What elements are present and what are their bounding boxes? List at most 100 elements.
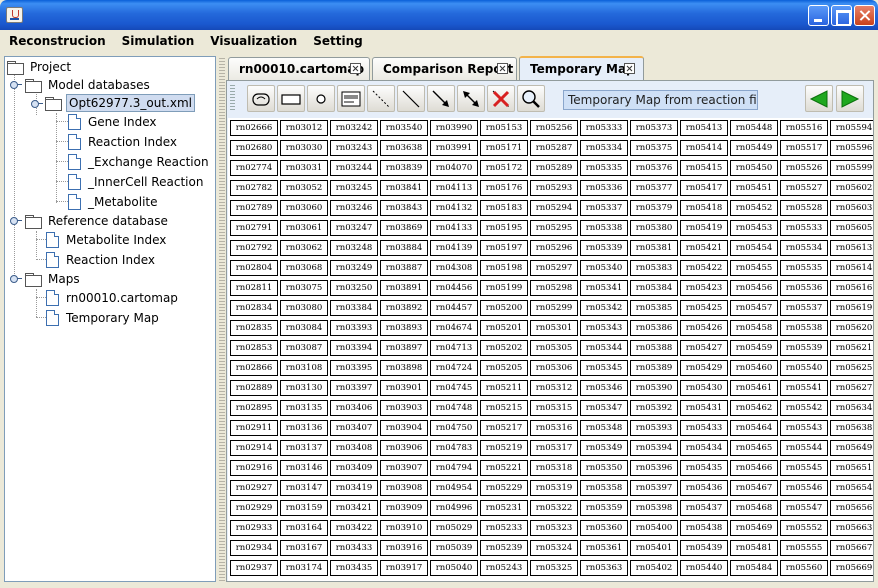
reaction-node[interactable]: rn05667 bbox=[830, 540, 873, 556]
reaction-node[interactable]: rn05552 bbox=[780, 520, 828, 536]
reaction-node[interactable]: rn05517 bbox=[780, 140, 828, 156]
panel-splitter[interactable] bbox=[219, 56, 225, 582]
reaction-node[interactable]: rn05457 bbox=[730, 300, 778, 316]
reaction-node[interactable]: rn03897 bbox=[380, 340, 428, 356]
tree-node-model-databases[interactable]: Model databases bbox=[25, 76, 152, 94]
tree-node-ref-metabolite-index[interactable]: Metabolite Index bbox=[46, 231, 168, 249]
reaction-node[interactable]: rn03906 bbox=[380, 440, 428, 456]
reaction-node[interactable]: rn05319 bbox=[530, 480, 578, 496]
tab-comparison-report[interactable]: Comparison Report bbox=[372, 57, 517, 80]
reaction-node[interactable]: rn05289 bbox=[530, 160, 578, 176]
reaction-node[interactable]: rn05183 bbox=[480, 200, 528, 216]
tab-cartomap[interactable]: rn00010.cartomap bbox=[228, 57, 370, 80]
reaction-node[interactable]: rn05423 bbox=[680, 280, 728, 296]
tree-node-reaction-index[interactable]: Reaction Index bbox=[68, 133, 179, 151]
reaction-node[interactable]: rn05435 bbox=[680, 460, 728, 476]
reaction-node[interactable]: rn05430 bbox=[680, 380, 728, 396]
reaction-node[interactable]: rn05390 bbox=[630, 380, 678, 396]
reaction-node[interactable]: rn03250 bbox=[330, 280, 378, 296]
reaction-node[interactable]: rn05516 bbox=[780, 120, 828, 136]
reaction-node[interactable]: rn05398 bbox=[630, 500, 678, 516]
reaction-node[interactable]: rn03397 bbox=[330, 380, 378, 396]
zoom-tool-button[interactable] bbox=[517, 85, 545, 112]
reaction-node[interactable]: rn05429 bbox=[680, 360, 728, 376]
reaction-node[interactable]: rn03394 bbox=[330, 340, 378, 356]
reaction-node[interactable]: rn05535 bbox=[780, 260, 828, 276]
reaction-node[interactable]: rn03910 bbox=[380, 520, 428, 536]
reaction-node[interactable]: rn05534 bbox=[780, 240, 828, 256]
reaction-node[interactable]: rn05040 bbox=[430, 560, 478, 576]
delete-tool-button[interactable] bbox=[487, 85, 515, 112]
text-box-tool-button[interactable] bbox=[337, 85, 365, 112]
reaction-node[interactable]: rn05458 bbox=[730, 320, 778, 336]
reaction-node[interactable]: rn05325 bbox=[530, 560, 578, 576]
reaction-node[interactable]: rn04133 bbox=[430, 220, 478, 236]
reaction-node[interactable]: rn03891 bbox=[380, 280, 428, 296]
tree-node-opt-file[interactable]: Opt62977.3_out.xml bbox=[45, 94, 195, 112]
reaction-node[interactable]: rn05619 bbox=[830, 300, 873, 316]
reaction-node[interactable]: rn05537 bbox=[780, 300, 828, 316]
reaction-node[interactable]: rn02774 bbox=[230, 160, 278, 176]
reaction-node[interactable]: rn03080 bbox=[280, 300, 328, 316]
reaction-node[interactable]: rn05334 bbox=[580, 140, 628, 156]
reaction-node[interactable]: rn05616 bbox=[830, 280, 873, 296]
maximize-button[interactable] bbox=[831, 5, 852, 26]
reaction-node[interactable]: rn03167 bbox=[280, 540, 328, 556]
reaction-node[interactable]: rn05376 bbox=[630, 160, 678, 176]
reaction-node[interactable]: rn05426 bbox=[680, 320, 728, 336]
reaction-node[interactable]: rn03174 bbox=[280, 560, 328, 576]
reaction-node[interactable]: rn02889 bbox=[230, 380, 278, 396]
reaction-node[interactable]: rn05541 bbox=[780, 380, 828, 396]
reaction-node[interactable]: rn05452 bbox=[730, 200, 778, 216]
reaction-node[interactable]: rn02789 bbox=[230, 200, 278, 216]
close-window-button[interactable] bbox=[854, 5, 875, 26]
reaction-node[interactable]: rn05200 bbox=[480, 300, 528, 316]
reaction-node[interactable]: rn05346 bbox=[580, 380, 628, 396]
reaction-node[interactable]: rn05333 bbox=[580, 120, 628, 136]
reaction-node[interactable]: rn02937 bbox=[230, 560, 278, 576]
reaction-node[interactable]: rn05638 bbox=[830, 420, 873, 436]
reaction-node[interactable]: rn03540 bbox=[380, 120, 428, 136]
reaction-node[interactable]: rn05375 bbox=[630, 140, 678, 156]
reaction-node[interactable]: rn03904 bbox=[380, 420, 428, 436]
reaction-node[interactable]: rn03137 bbox=[280, 440, 328, 456]
reaction-node[interactable]: rn05605 bbox=[830, 220, 873, 236]
reaction-node[interactable]: rn05468 bbox=[730, 500, 778, 516]
reaction-node[interactable]: rn05462 bbox=[730, 400, 778, 416]
reaction-node[interactable]: rn05453 bbox=[730, 220, 778, 236]
reaction-node[interactable]: rn05467 bbox=[730, 480, 778, 496]
reaction-node[interactable]: rn05312 bbox=[530, 380, 578, 396]
reaction-node[interactable]: rn05361 bbox=[580, 540, 628, 556]
reaction-node[interactable]: rn05461 bbox=[730, 380, 778, 396]
reaction-node[interactable]: rn05358 bbox=[580, 480, 628, 496]
reaction-node[interactable]: rn05379 bbox=[630, 200, 678, 216]
reaction-node[interactable]: rn04308 bbox=[430, 260, 478, 276]
reaction-node[interactable]: rn05603 bbox=[830, 200, 873, 216]
reaction-node[interactable]: rn04748 bbox=[430, 400, 478, 416]
reaction-node[interactable]: rn03244 bbox=[330, 160, 378, 176]
reaction-node[interactable]: rn05363 bbox=[580, 560, 628, 576]
reaction-node[interactable]: rn05381 bbox=[630, 240, 678, 256]
reaction-node[interactable]: rn05317 bbox=[530, 440, 578, 456]
reaction-node[interactable]: rn05029 bbox=[430, 520, 478, 536]
reaction-node[interactable]: rn05434 bbox=[680, 440, 728, 456]
reaction-node[interactable]: rn05450 bbox=[730, 160, 778, 176]
reaction-node[interactable]: rn05172 bbox=[480, 160, 528, 176]
reaction-node[interactable]: rn05460 bbox=[730, 360, 778, 376]
reaction-node[interactable]: rn05433 bbox=[680, 420, 728, 436]
reaction-node[interactable]: rn05440 bbox=[680, 560, 728, 576]
reaction-node[interactable]: rn05297 bbox=[530, 260, 578, 276]
reaction-node[interactable]: rn05455 bbox=[730, 260, 778, 276]
reaction-node[interactable]: rn05211 bbox=[480, 380, 528, 396]
reaction-node[interactable]: rn05396 bbox=[630, 460, 678, 476]
reaction-node[interactable]: rn04996 bbox=[430, 500, 478, 516]
reaction-node[interactable]: rn05466 bbox=[730, 460, 778, 476]
reaction-node[interactable]: rn03393 bbox=[330, 320, 378, 336]
reaction-node[interactable]: rn05335 bbox=[580, 160, 628, 176]
close-tab-icon[interactable] bbox=[624, 63, 635, 74]
reaction-node[interactable]: rn05337 bbox=[580, 200, 628, 216]
reaction-node[interactable]: rn05654 bbox=[830, 480, 873, 496]
reaction-node[interactable]: rn05465 bbox=[730, 440, 778, 456]
reaction-node[interactable]: rn05345 bbox=[580, 360, 628, 376]
expand-toggle-icon[interactable] bbox=[10, 217, 22, 226]
